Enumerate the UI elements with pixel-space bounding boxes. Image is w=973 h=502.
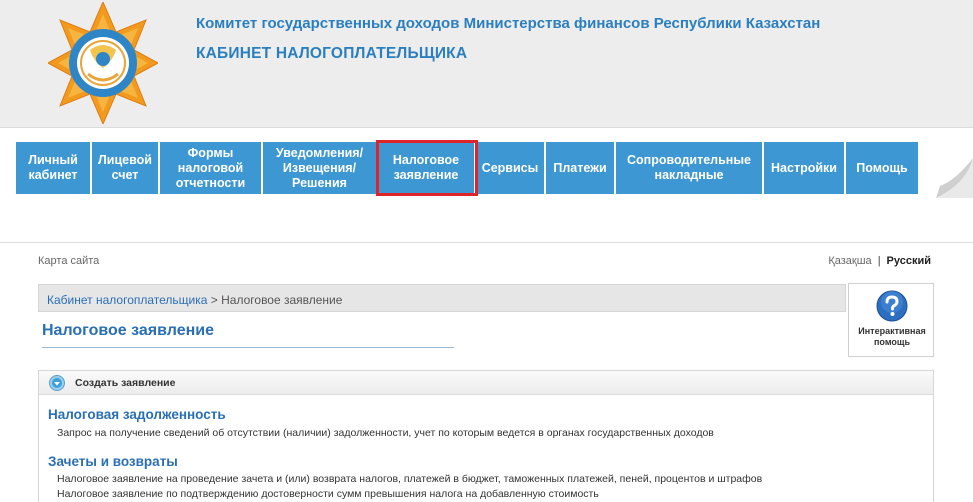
- nav-settings[interactable]: Настройки: [764, 142, 846, 194]
- title-underline: [42, 347, 454, 348]
- section-title-offsets-refunds: Зачеты и возвраты: [48, 454, 178, 469]
- nav-help[interactable]: Помощь: [846, 142, 918, 194]
- section-title-tax-debt: Налоговая задолженность: [48, 407, 226, 422]
- cabinet-title: КАБИНЕТ НАЛОГОПЛАТЕЛЬЩИКА: [196, 45, 468, 62]
- breadcrumb-separator: >: [207, 293, 222, 307]
- nav-notifications[interactable]: Уведомления/ Извещения/ Решения: [263, 142, 378, 194]
- create-application-panel: Создать заявление Налоговая задолженност…: [38, 370, 934, 502]
- header: Комитет государственных доходов Министер…: [0, 0, 973, 128]
- main-menu: Личный кабинет Лицевой счет Формы налого…: [16, 140, 918, 196]
- breadcrumb: Кабинет налогоплательщика > Налоговое за…: [38, 284, 846, 312]
- expand-down-icon[interactable]: [49, 375, 65, 391]
- breadcrumb-root-link[interactable]: Кабинет налогоплательщика: [47, 293, 207, 307]
- lang-separator: |: [877, 255, 881, 267]
- language-switcher: Қазақша | Русский: [828, 255, 931, 267]
- nav-personal-cabinet[interactable]: Личный кабинет: [16, 142, 92, 194]
- nav-waybills[interactable]: Сопроводительные накладные: [616, 142, 764, 194]
- link-vat-excess-confirmation[interactable]: Налоговое заявление по подтверждению дос…: [57, 488, 599, 500]
- committee-emblem-logo[interactable]: [48, 2, 158, 124]
- nav-personal-account[interactable]: Лицевой счет: [92, 142, 160, 194]
- page-title: Налоговое заявление: [42, 322, 214, 339]
- panel-header[interactable]: Создать заявление: [39, 371, 933, 395]
- nav-tax-application[interactable]: Налоговое заявление: [376, 140, 478, 196]
- link-offset-refund-application[interactable]: Налоговое заявление на проведение зачета…: [57, 473, 762, 485]
- nav-payments[interactable]: Платежи: [546, 142, 616, 194]
- interactive-help-button[interactable]: Интерактивная помощь: [848, 283, 934, 357]
- navigation-area: Личный кабинет Лицевой счет Формы налого…: [0, 128, 973, 243]
- sitemap-link[interactable]: Карта сайта: [38, 255, 99, 267]
- nav-tax-reporting-forms[interactable]: Формы налоговой отчетности: [160, 142, 263, 194]
- breadcrumb-current: Налоговое заявление: [221, 293, 343, 307]
- help-label: Интерактивная помощь: [858, 326, 926, 347]
- question-icon: [876, 290, 908, 322]
- lang-russian-link[interactable]: Русский: [887, 255, 931, 267]
- nav-services[interactable]: Сервисы: [476, 142, 546, 194]
- lang-kazakh-link[interactable]: Қазақша: [828, 255, 871, 267]
- page-curl-decoration: [936, 158, 973, 198]
- organization-title: Комитет государственных доходов Министер…: [196, 15, 821, 32]
- link-debt-certificate-request[interactable]: Запрос на получение сведений об отсутств…: [57, 427, 714, 439]
- panel-header-label: Создать заявление: [75, 377, 176, 389]
